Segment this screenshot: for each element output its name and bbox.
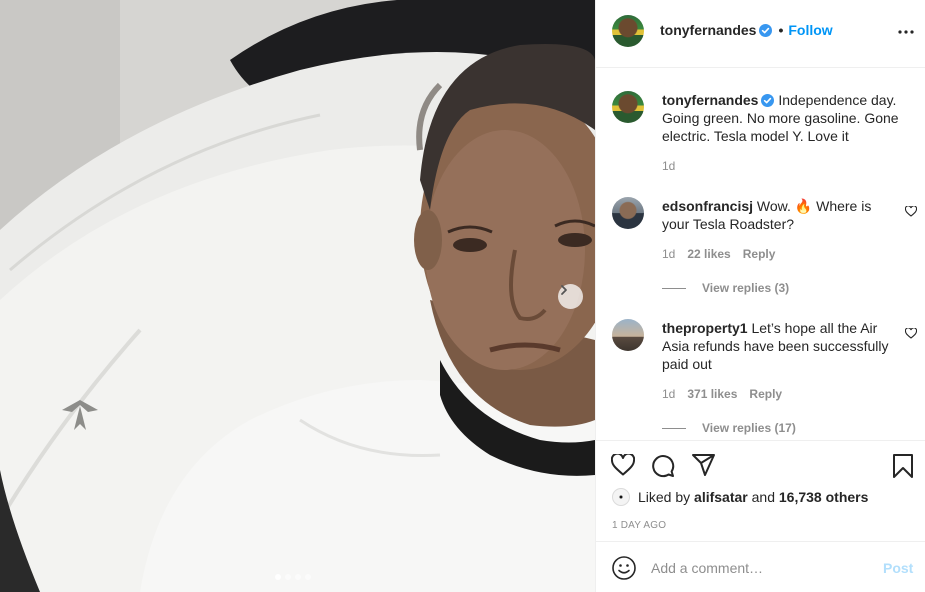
comment-meta: 1d 22 likes Reply [662, 247, 775, 261]
carousel-indicator [275, 574, 311, 580]
bookmark-icon[interactable] [892, 454, 914, 478]
liker-username[interactable]: alifsatar [694, 489, 748, 505]
comment-age[interactable]: 1d [662, 247, 675, 261]
carousel-dot [275, 574, 281, 580]
comment-likes[interactable]: 22 likes [687, 247, 730, 261]
verified-badge-icon [759, 24, 773, 37]
caption-age[interactable]: 1d [662, 159, 675, 173]
post-header: tonyfernandes • Follow [596, 0, 925, 68]
view-replies-button[interactable]: View replies (17) [662, 421, 796, 435]
post-photo-illustration [0, 0, 595, 592]
caption-username[interactable]: tonyfernandes [662, 92, 758, 108]
post-timestamp[interactable]: 1 DAY AGO [612, 520, 666, 531]
caption-item: tonyfernandes Independence day. Going gr… [612, 91, 912, 181]
commenter-avatar[interactable] [612, 197, 644, 229]
comment-like-heart-icon[interactable] [905, 206, 917, 217]
reply-button[interactable]: Reply [743, 247, 776, 261]
author-avatar[interactable] [612, 15, 644, 47]
likes-count-button[interactable]: 16,738 others [779, 489, 869, 505]
author-username[interactable]: tonyfernandes [660, 22, 756, 38]
comment-input[interactable] [651, 556, 871, 580]
instagram-post-view: tonyfernandes • Follow tonyfernandes Ind… [0, 0, 925, 592]
comment-meta: 1d 371 likes Reply [662, 387, 782, 401]
verified-badge-icon [761, 94, 775, 107]
more-options-icon[interactable] [898, 30, 914, 34]
chevron-right-icon [561, 285, 567, 295]
comment-age[interactable]: 1d [662, 387, 675, 401]
comment-like-heart-icon[interactable] [905, 328, 917, 339]
post-photo[interactable] [0, 0, 595, 592]
heart-icon[interactable] [611, 454, 635, 476]
replies-divider [662, 287, 686, 289]
separator-dot: • [778, 22, 784, 38]
view-replies-button[interactable]: View replies (3) [662, 281, 789, 295]
liked-by-prefix: Liked by [638, 489, 691, 505]
carousel-dot [285, 574, 291, 580]
comment-item: theproperty1 Let’s hope all the Air Asia… [612, 319, 917, 439]
caption-avatar[interactable] [612, 91, 644, 123]
view-replies-label: View replies (17) [702, 421, 796, 435]
commenter-username[interactable]: theproperty1 [662, 320, 748, 336]
comments-list[interactable]: tonyfernandes Independence day. Going gr… [596, 69, 925, 440]
carousel-dot [295, 574, 301, 580]
post-details-panel: tonyfernandes • Follow tonyfernandes Ind… [595, 0, 925, 592]
liked-by-joiner: and [751, 489, 775, 505]
comment-text: edsonfrancisj Wow. 🔥 Where is your Tesla… [662, 197, 900, 233]
liker-avatar[interactable] [612, 488, 630, 506]
author-line: tonyfernandes • Follow [660, 22, 833, 38]
view-replies-label: View replies (3) [702, 281, 790, 295]
share-icon[interactable] [692, 454, 716, 476]
commenter-username[interactable]: edsonfrancisj [662, 198, 753, 214]
carousel-dot [305, 574, 311, 580]
comment-text: theproperty1 Let’s hope all the Air Asia… [662, 319, 900, 373]
likes-summary: Liked by alifsatar and 16,738 others [612, 488, 868, 506]
reply-button[interactable]: Reply [749, 387, 782, 401]
post-actions: Liked by alifsatar and 16,738 others 1 D… [596, 440, 925, 541]
caption-meta: 1d [662, 159, 675, 173]
caption-text: tonyfernandes Independence day. Going gr… [662, 91, 900, 145]
comment-likes[interactable]: 371 likes [687, 387, 737, 401]
comment-item: edsonfrancisj Wow. 🔥 Where is your Tesla… [612, 197, 917, 297]
add-comment-bar: Post [596, 541, 925, 592]
comment-icon[interactable] [651, 454, 675, 478]
emoji-icon[interactable] [612, 556, 636, 580]
commenter-avatar[interactable] [612, 319, 644, 351]
follow-button[interactable]: Follow [788, 22, 832, 38]
post-comment-button[interactable]: Post [883, 560, 913, 576]
carousel-next-button[interactable] [558, 284, 583, 309]
replies-divider [662, 427, 686, 429]
